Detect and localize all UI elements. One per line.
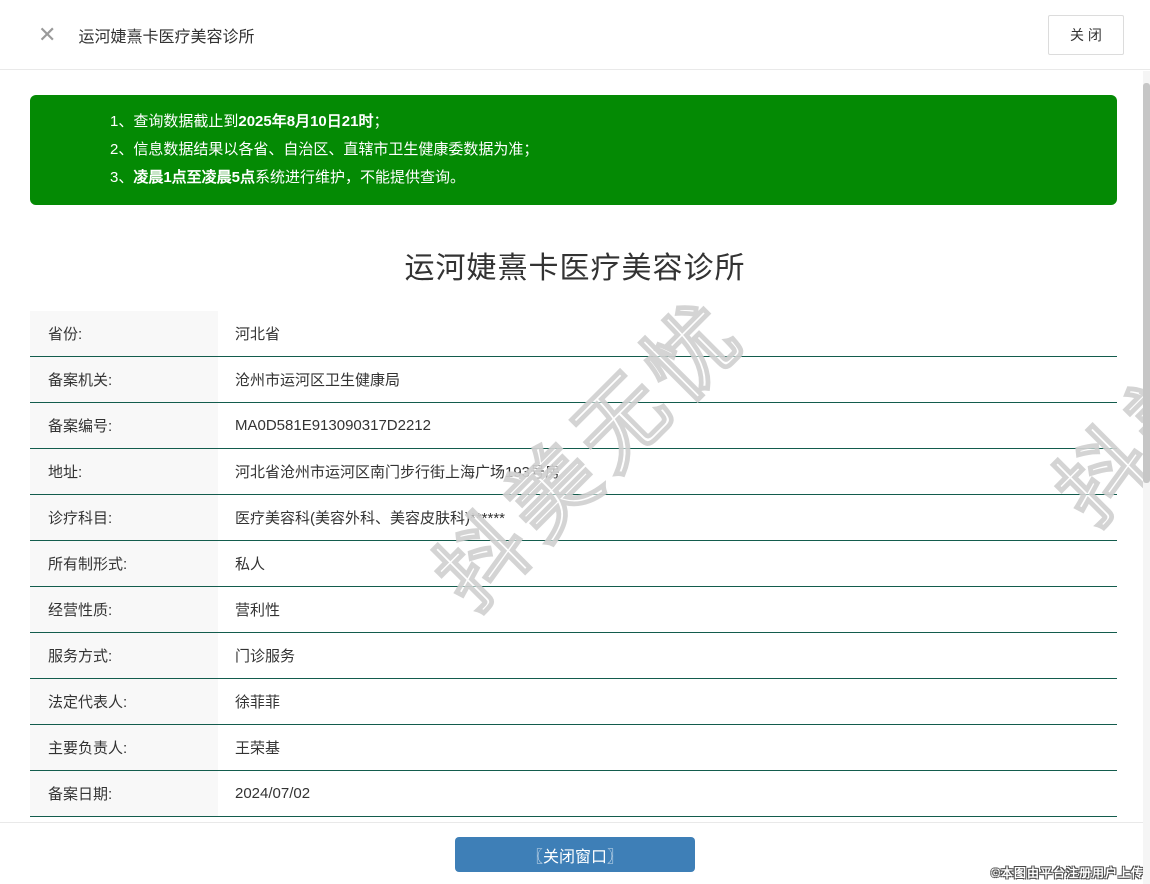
record-row-province: 省份: 河北省 [30, 311, 1117, 357]
record-row-address: 地址: 河北省沧州市运河区南门步行街上海广场193号房 [30, 449, 1117, 495]
notice-line-2-pre: 信息数据结果以各省、自治区、直辖市卫生健康委数据为准； [133, 141, 539, 158]
record-row-filing-authority: 备案机关: 沧州市运河区卫生健康局 [30, 357, 1117, 403]
row-value: 河北省沧州市运河区南门步行街上海广场193号房 [218, 449, 1117, 494]
notice-line-2-num: 2、 [110, 141, 134, 158]
close-window-button[interactable]: 〖关闭窗口〗 [455, 837, 695, 872]
record-row-main-person-in-charge: 主要负责人: 王荣基 [30, 725, 1117, 771]
record-row-service-mode: 服务方式: 门诊服务 [30, 633, 1117, 679]
notice-line-1: 1、查询数据截止到2025年8月10日21时； [110, 108, 1097, 136]
record-row-filing-number: 备案编号: MA0D581E913090317D2212 [30, 403, 1117, 449]
record-row-filing-date: 备案日期: 2024/07/02 [30, 771, 1117, 817]
notice-line-1-post: ； [373, 113, 389, 130]
row-label: 主要负责人: [30, 725, 218, 770]
record-title: 运河婕熹卡医疗美容诊所 [404, 252, 746, 285]
notice-line-1-bold: 2025年8月10日21时 [238, 113, 374, 130]
row-label: 所有制形式: [30, 541, 218, 586]
scrollbar-thumb[interactable] [1143, 83, 1150, 483]
notice-line-3: 3、凌晨1点至凌晨5点系统进行维护，不能提供查询。 [110, 164, 1097, 192]
notice-line-3-post: 系统进行维护，不能提供查询。 [255, 169, 466, 186]
row-value: 河北省 [218, 311, 1117, 356]
notice-box: 1、查询数据截止到2025年8月10日21时； 2、信息数据结果以各省、自治区、… [30, 95, 1117, 205]
record-table: 省份: 河北省 备案机关: 沧州市运河区卫生健康局 备案编号: MA0D581E… [30, 311, 1117, 817]
record-row-treatment-subjects: 诊疗科目: 医疗美容科(美容外科、美容皮肤科)****** [30, 495, 1117, 541]
close-button[interactable]: 关 闭 [1048, 15, 1124, 55]
row-value: 营利性 [218, 587, 1117, 632]
row-label: 诊疗科目: [30, 495, 218, 540]
row-value: 2024/07/02 [218, 771, 1117, 816]
row-label: 备案日期: [30, 771, 218, 816]
row-label: 地址: [30, 449, 218, 494]
record-row-business-nature: 经营性质: 营利性 [30, 587, 1117, 633]
header-title: 运河婕熹卡医疗美容诊所 [78, 28, 255, 46]
scrollbar-track[interactable] [1143, 71, 1150, 884]
notice-line-3-bold: 凌晨1点至凌晨5点 [133, 169, 256, 186]
row-label: 经营性质: [30, 587, 218, 632]
record-row-ownership-form: 所有制形式: 私人 [30, 541, 1117, 587]
notice-line-2: 2、信息数据结果以各省、自治区、直辖市卫生健康委数据为准； [110, 136, 1097, 164]
notice-line-1-pre: 查询数据截止到 [133, 113, 239, 130]
row-label: 法定代表人: [30, 679, 218, 724]
row-value: MA0D581E913090317D2212 [218, 403, 1117, 448]
row-value: 私人 [218, 541, 1117, 586]
notice-line-1-num: 1、 [110, 113, 134, 130]
row-label: 服务方式: [30, 633, 218, 678]
record-row-legal-representative: 法定代表人: 徐菲菲 [30, 679, 1117, 725]
upload-stamp-text: ©本图由平台注册用户上传 [991, 866, 1144, 880]
row-value: 医疗美容科(美容外科、美容皮肤科)****** [218, 495, 1117, 540]
row-label: 省份: [30, 311, 218, 356]
row-value: 徐菲菲 [218, 679, 1117, 724]
row-value: 门诊服务 [218, 633, 1117, 678]
notice-line-3-num: 3、 [110, 169, 134, 186]
row-label: 备案机关: [30, 357, 218, 402]
row-value: 王荣基 [218, 725, 1117, 770]
row-value: 沧州市运河区卫生健康局 [218, 357, 1117, 402]
page: ✕ 运河婕熹卡医疗美容诊所 关 闭 1、查询数据截止到2025年8月10日21时… [0, 0, 1150, 884]
row-label: 备案编号: [30, 403, 218, 448]
footer-bar: 〖关闭窗口〗 ©本图由平台注册用户上传 [0, 822, 1150, 884]
close-x-icon[interactable]: ✕ [38, 23, 56, 46]
header-bar: ✕ 运河婕熹卡医疗美容诊所 关 闭 [0, 0, 1150, 70]
